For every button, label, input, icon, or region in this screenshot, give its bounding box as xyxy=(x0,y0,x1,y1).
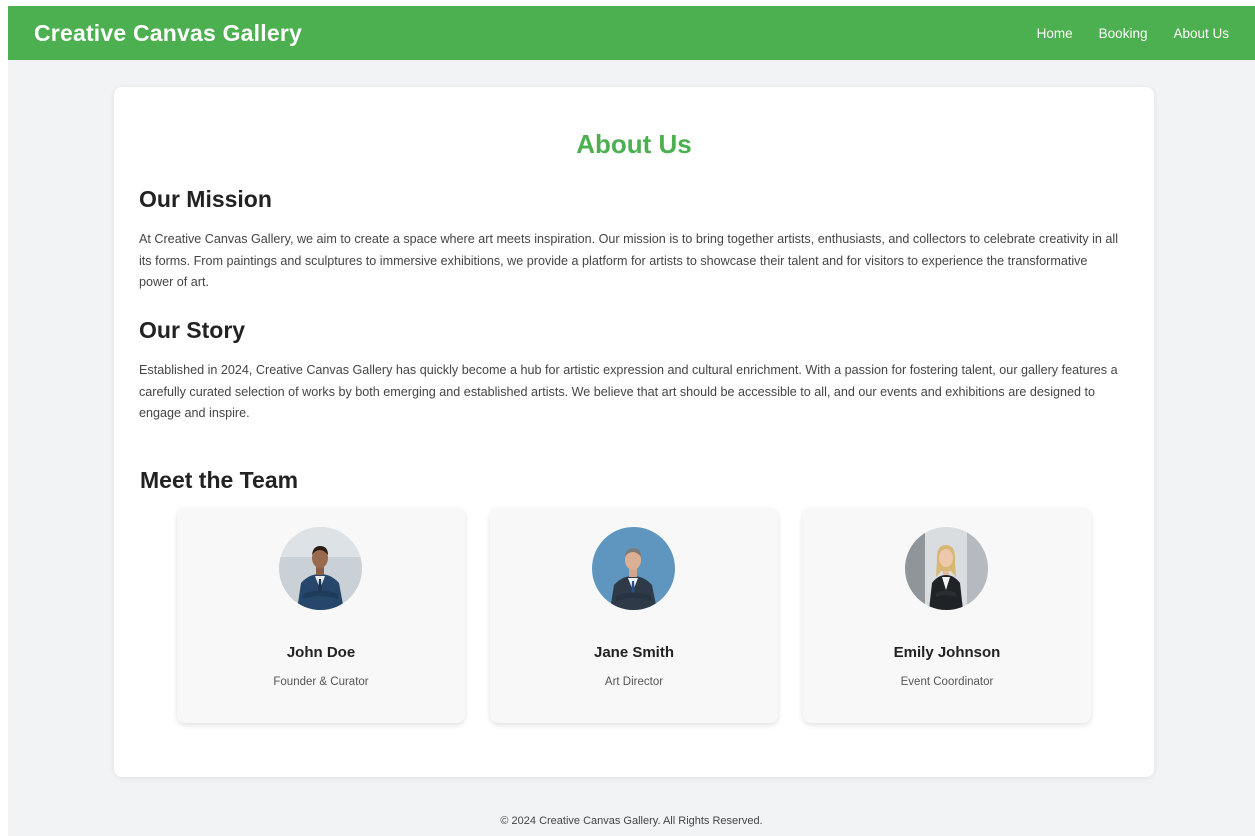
team-grid: John Doe Founder & Curator Jane Smith Ar… xyxy=(177,508,1091,723)
member-role: Art Director xyxy=(604,676,664,688)
team-heading: Meet the Team xyxy=(140,467,299,493)
member-role: Founder & Curator xyxy=(273,676,369,688)
footer: © 2024 Creative Canvas Gallery. All Righ… xyxy=(500,815,763,827)
nav-booking-link[interactable]: Booking xyxy=(1099,26,1148,41)
member-name: Emily Johnson xyxy=(893,644,1001,661)
story-text: Established in 2024, Creative Canvas Gal… xyxy=(139,363,1118,420)
nav-about-link[interactable]: About Us xyxy=(1173,26,1229,41)
page: Creative Canvas Gallery Home Booking Abo… xyxy=(8,6,1255,836)
mission-text: At Creative Canvas Gallery, we aim to cr… xyxy=(139,232,1119,289)
nav-home-link[interactable]: Home xyxy=(1037,26,1073,41)
about-container: About Us Our Mission At Creative Canvas … xyxy=(114,87,1154,777)
navbar: Creative Canvas Gallery Home Booking Abo… xyxy=(8,6,1255,60)
team-card-emily-johnson: Emily Johnson Event Coordinator xyxy=(803,508,1091,723)
story-heading: Our Story xyxy=(139,317,246,343)
member-role: Event Coordinator xyxy=(900,676,994,688)
page-title: About Us xyxy=(576,129,692,159)
team-card-jane-smith: Jane Smith Art Director xyxy=(490,508,778,723)
avatar-john-doe xyxy=(279,527,362,610)
site-brand[interactable]: Creative Canvas Gallery xyxy=(34,20,302,47)
member-name: John Doe xyxy=(286,644,356,661)
main-nav: Home Booking About Us xyxy=(1037,26,1229,41)
avatar-emily-johnson xyxy=(905,527,988,610)
team-card-john-doe: John Doe Founder & Curator xyxy=(177,508,465,723)
member-name: Jane Smith xyxy=(593,644,675,661)
avatar-jane-smith xyxy=(592,527,675,610)
mission-heading: Our Mission xyxy=(139,186,272,212)
